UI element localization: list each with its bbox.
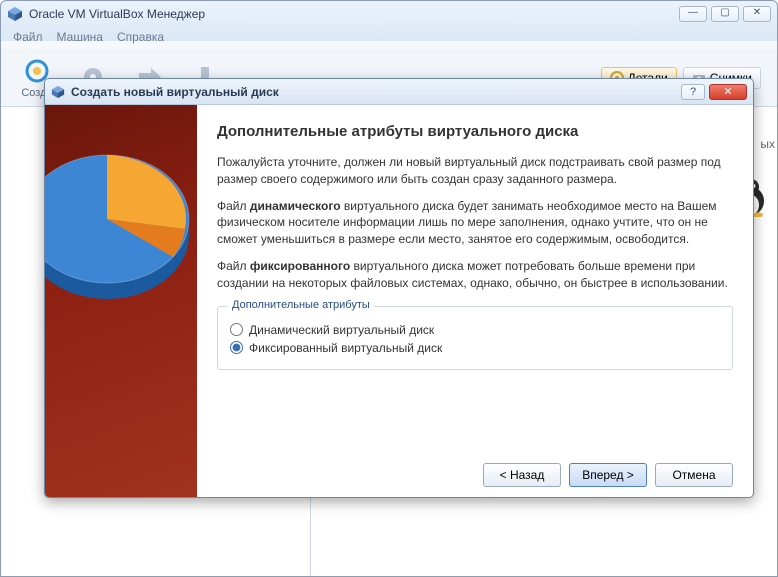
dialog-titlebar: Создать новый виртуальный диск ? ✕ [45, 79, 753, 105]
dialog-buttons: < Назад Вперед > Отмена [217, 449, 733, 487]
titlebar: Oracle VM VirtualBox Менеджер — ▢ ✕ [1, 1, 777, 27]
menu-machine[interactable]: Машина [57, 30, 103, 46]
detail-hint: ых [760, 137, 775, 151]
storage-type-group: Дополнительные атрибуты Динамический вир… [217, 306, 733, 370]
radio-dynamic[interactable]: Динамический виртуальный диск [230, 323, 720, 337]
menubar: Файл Машина Справка [1, 27, 777, 49]
dialog-content: Дополнительные атрибуты виртуального дис… [197, 105, 753, 497]
radio-dynamic-input[interactable] [230, 323, 243, 336]
dialog-sidebar-image [45, 105, 197, 497]
pie-chart-icon [44, 139, 195, 315]
menu-file[interactable]: Файл [13, 30, 43, 46]
radio-fixed-label: Фиксированный виртуальный диск [249, 341, 442, 355]
dialog-heading: Дополнительные атрибуты виртуального дис… [217, 123, 733, 140]
next-button[interactable]: Вперед > [569, 463, 647, 487]
radio-fixed-input[interactable] [230, 341, 243, 354]
dialog-paragraph-3: Файл фиксированного виртуального диска м… [217, 258, 733, 292]
create-disk-dialog: Создать новый виртуальный диск ? ✕ Допол… [44, 78, 754, 498]
dialog-title: Создать новый виртуальный диск [71, 85, 681, 99]
minimize-button[interactable]: — [679, 6, 707, 22]
cancel-button[interactable]: Отмена [655, 463, 733, 487]
menu-help[interactable]: Справка [117, 30, 164, 46]
close-button[interactable]: ✕ [743, 6, 771, 22]
window-title: Oracle VM VirtualBox Менеджер [29, 7, 679, 21]
radio-fixed[interactable]: Фиксированный виртуальный диск [230, 341, 720, 355]
dialog-paragraph-2: Файл динамического виртуального диска бу… [217, 198, 733, 248]
window-controls: — ▢ ✕ [679, 6, 771, 22]
virtualbox-icon [7, 6, 23, 22]
maximize-button[interactable]: ▢ [711, 6, 739, 22]
back-button[interactable]: < Назад [483, 463, 561, 487]
dialog-close-button[interactable]: ✕ [709, 84, 747, 100]
dialog-help-button[interactable]: ? [681, 84, 705, 100]
group-legend: Дополнительные атрибуты [228, 299, 374, 311]
virtualbox-icon [51, 85, 65, 99]
radio-dynamic-label: Динамический виртуальный диск [249, 323, 434, 337]
dialog-paragraph-1: Пожалуйста уточните, должен ли новый вир… [217, 154, 733, 188]
